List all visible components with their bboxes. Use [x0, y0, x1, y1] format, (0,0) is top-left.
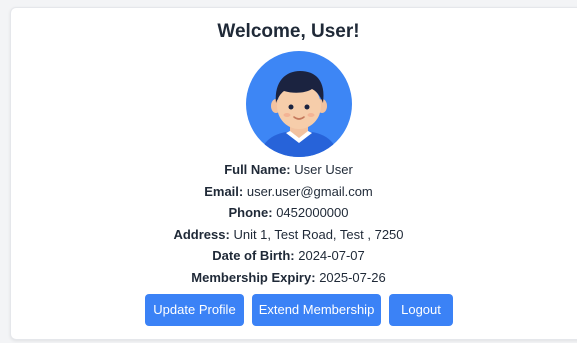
address-row: Address: Unit 1, Test Road, Test , 7250 — [0, 224, 577, 246]
email-row: Email: user.user@gmail.com — [0, 181, 577, 203]
date-of-birth-row: Date of Birth: 2024-07-07 — [0, 245, 577, 267]
extend-membership-button[interactable]: Extend Membership — [252, 294, 381, 326]
phone-label: Phone: — [228, 205, 273, 220]
date-of-birth-label: Date of Birth: — [212, 248, 295, 263]
phone-value: 0452000000 — [276, 205, 349, 220]
address-value: Unit 1, Test Road, Test , 7250 — [233, 226, 404, 242]
email-label: Email: — [204, 183, 244, 199]
full-name-value: User User — [294, 162, 353, 177]
page-title: Welcome, User! — [217, 21, 360, 42]
membership-expiry-value: 2025-07-26 — [319, 269, 386, 285]
membership-expiry-row: Membership Expiry: 2025-07-26 — [0, 267, 577, 289]
update-profile-button[interactable]: Update Profile — [145, 294, 244, 326]
email-value: user.user@gmail.com — [246, 183, 373, 199]
membership-expiry-label: Membership Expiry: — [191, 269, 316, 285]
date-of-birth-value: 2024-07-07 — [298, 248, 365, 263]
full-name-label: Full Name: — [224, 162, 291, 177]
user-avatar-icon — [246, 51, 352, 157]
full-name-row: Full Name: User User — [0, 159, 577, 181]
address-label: Address: — [173, 226, 230, 242]
profile-details: Full Name: User User Email: user.user@gm… — [0, 159, 577, 288]
phone-row: Phone: 0452000000 — [0, 202, 577, 224]
logout-button[interactable]: Logout — [389, 294, 453, 326]
